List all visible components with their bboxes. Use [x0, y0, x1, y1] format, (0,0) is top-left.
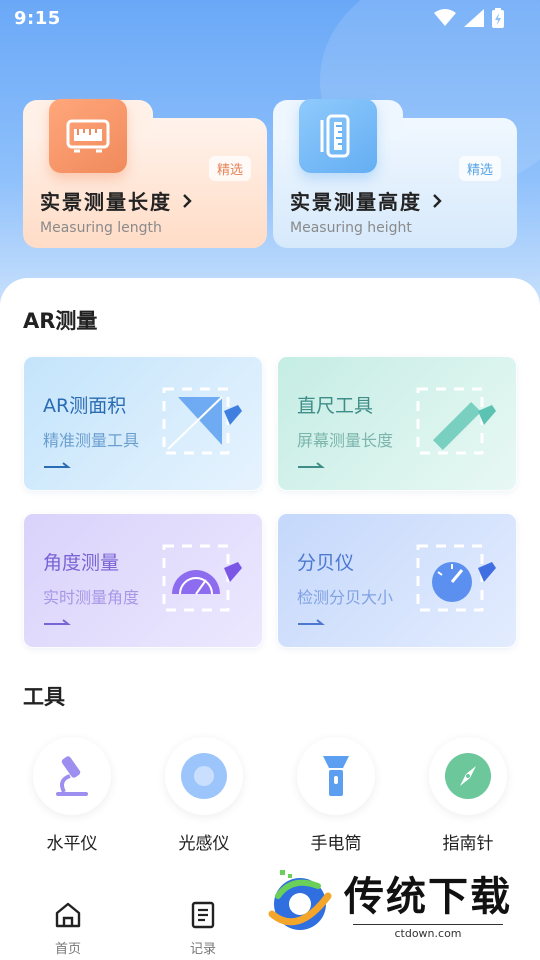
tool-compass[interactable]: 指南针 — [428, 737, 508, 854]
ruler-tape-icon — [49, 99, 127, 173]
battery-icon — [492, 8, 504, 28]
chevron-right-icon — [433, 193, 442, 208]
card-subtitle: 检测分贝大小 — [297, 588, 394, 607]
featured-badge: 精选 — [208, 156, 251, 181]
gauge-icon — [416, 544, 496, 612]
card-title: 分贝仪 — [297, 552, 355, 574]
protractor-icon — [162, 544, 242, 612]
tools-section-title: 工具 — [23, 685, 65, 709]
tool-label: 水平仪 — [46, 834, 98, 854]
arrow-icon — [44, 619, 71, 625]
card-subtitle: 实时测量角度 — [43, 588, 140, 607]
decibel-meter-card[interactable]: 分贝仪 检测分贝大小 — [277, 513, 517, 648]
nav-home[interactable]: 首页 — [38, 900, 98, 957]
tool-label: 光感仪 — [178, 834, 230, 854]
card-title: 角度测量 — [43, 552, 120, 574]
feature-title-text: 实景测量高度 — [290, 190, 422, 214]
signal-icon — [464, 9, 484, 27]
tool-label: 指南针 — [442, 834, 494, 854]
feature-title: 实景测量长度 — [40, 186, 192, 215]
flashlight-icon — [323, 756, 349, 796]
measure-length-card[interactable]: 精选 实景测量长度 Measuring length — [23, 99, 267, 248]
chevron-right-icon — [183, 193, 192, 208]
vertical-ruler-icon — [299, 99, 377, 173]
feature-title: 实景测量高度 — [290, 186, 442, 215]
angle-measure-card[interactable]: 角度测量 实时测量角度 — [23, 513, 263, 648]
status-time: 9:15 — [14, 7, 61, 29]
light-sensor-icon — [181, 753, 227, 799]
document-icon — [191, 901, 215, 929]
card-title: AR测面积 — [43, 395, 127, 417]
nav-records[interactable]: 记录 — [173, 900, 233, 957]
watermark-logo — [268, 870, 332, 930]
card-subtitle: 精准测量工具 — [43, 431, 140, 450]
arrow-icon — [44, 462, 71, 468]
tool-flashlight[interactable]: 手电筒 — [296, 737, 376, 854]
card-subtitle: 屏幕测量长度 — [297, 431, 394, 450]
tool-level[interactable]: 水平仪 — [32, 737, 112, 854]
feature-subtitle: Measuring length — [40, 220, 162, 236]
nav-label: 记录 — [189, 942, 216, 957]
microscope-icon — [56, 756, 88, 796]
status-icons — [434, 8, 504, 28]
compass-icon — [445, 753, 491, 799]
nav-label: 首页 — [54, 942, 81, 957]
wifi-icon — [434, 9, 456, 26]
featured-badge: 精选 — [458, 156, 501, 181]
arrow-icon — [298, 462, 325, 468]
feature-title-text: 实景测量长度 — [40, 190, 172, 214]
status-bar: 9:15 — [0, 0, 540, 36]
feature-subtitle: Measuring height — [290, 220, 412, 236]
watermark-url: ctdown.com — [353, 924, 503, 940]
tool-light-sensor[interactable]: 光感仪 — [164, 737, 244, 854]
measure-height-card[interactable]: 精选 实景测量高度 Measuring height — [273, 99, 517, 248]
ruler-tool-card[interactable]: 直尺工具 屏幕测量长度 — [277, 356, 517, 491]
card-title: 直尺工具 — [297, 395, 374, 417]
tool-label: 手电筒 — [310, 834, 362, 854]
watermark: 传统下载 ctdown.com — [262, 856, 532, 948]
ar-area-card[interactable]: AR测面积 精准测量工具 — [23, 356, 263, 491]
home-icon — [55, 902, 81, 928]
ruler-icon — [416, 387, 496, 455]
ar-section-title: AR测量 — [23, 309, 98, 333]
area-measure-icon — [162, 387, 242, 455]
watermark-text: 传统下载 — [344, 874, 512, 920]
arrow-icon — [298, 619, 325, 625]
